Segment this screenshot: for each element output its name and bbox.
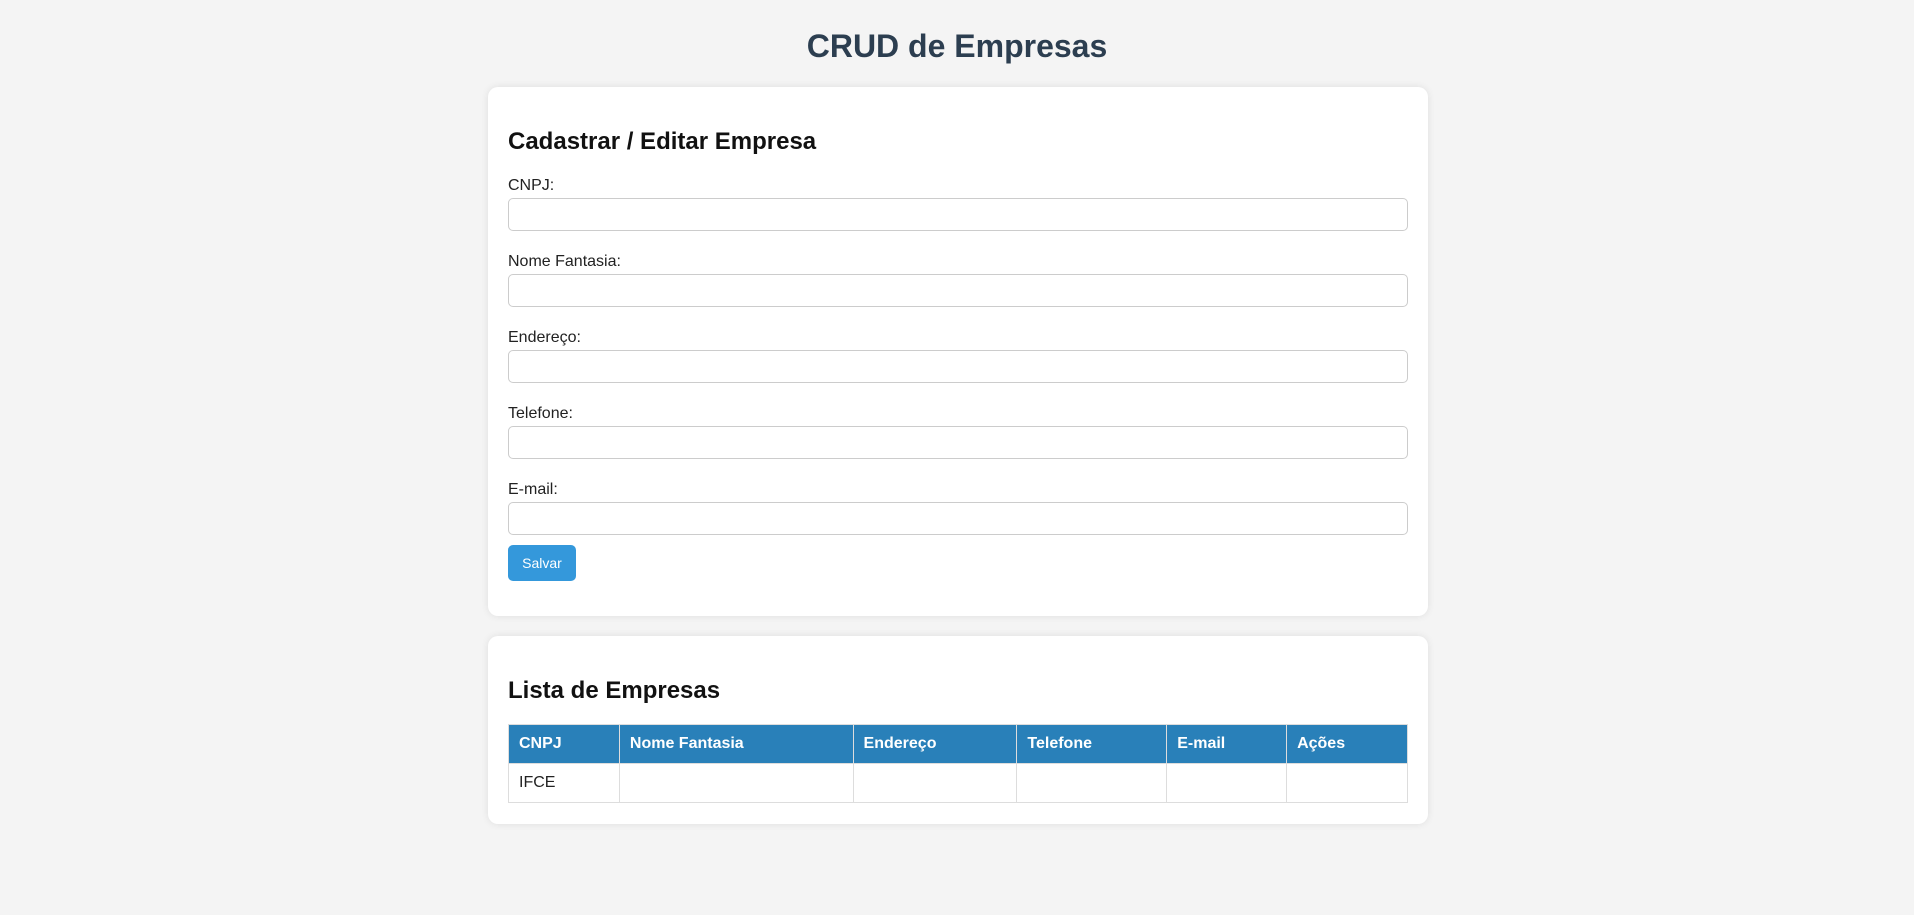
page-title: CRUD de Empresas: [806, 28, 1108, 64]
email-label: E-mail:: [508, 481, 558, 498]
company-table: CNPJ Nome Fantasia Endereço Telefone E-m…: [508, 724, 1408, 803]
cell-telefone: [1016, 763, 1168, 803]
cell-acoes: [1286, 763, 1408, 803]
table-header-row: CNPJ Nome Fantasia Endereço Telefone E-m…: [508, 724, 1408, 764]
table-row: IFCE: [508, 763, 1408, 803]
cell-cnpj: IFCE: [508, 763, 620, 803]
column-header-telefone: Telefone: [1016, 724, 1168, 764]
company-list-card: Lista de Empresas CNPJ Nome Fantasia End…: [488, 636, 1428, 824]
cnpj-input[interactable]: [508, 198, 1408, 231]
column-header-endereco: Endereço: [852, 724, 1018, 764]
nome-fantasia-label: Nome Fantasia:: [508, 253, 621, 270]
endereco-label: Endereço:: [508, 329, 581, 346]
company-form-card: Cadastrar / Editar Empresa CNPJ: Nome Fa…: [488, 87, 1428, 616]
cnpj-label: CNPJ:: [508, 177, 555, 194]
column-header-cnpj: CNPJ: [508, 724, 620, 764]
cell-endereco: [852, 763, 1018, 803]
email-input[interactable]: [508, 502, 1408, 535]
list-title: Lista de Empresas: [508, 677, 721, 704]
cell-email: [1166, 763, 1288, 803]
nome-fantasia-input[interactable]: [508, 274, 1408, 307]
column-header-acoes: Ações: [1286, 724, 1408, 764]
endereco-input[interactable]: [508, 350, 1408, 383]
cell-nome-fantasia: [618, 763, 854, 803]
column-header-email: E-mail: [1166, 724, 1288, 764]
form-title: Cadastrar / Editar Empresa: [508, 128, 817, 155]
column-header-nome-fantasia: Nome Fantasia: [618, 724, 854, 764]
telefone-label: Telefone:: [508, 405, 573, 422]
save-button[interactable]: Salvar: [508, 545, 576, 581]
telefone-input[interactable]: [508, 426, 1408, 459]
